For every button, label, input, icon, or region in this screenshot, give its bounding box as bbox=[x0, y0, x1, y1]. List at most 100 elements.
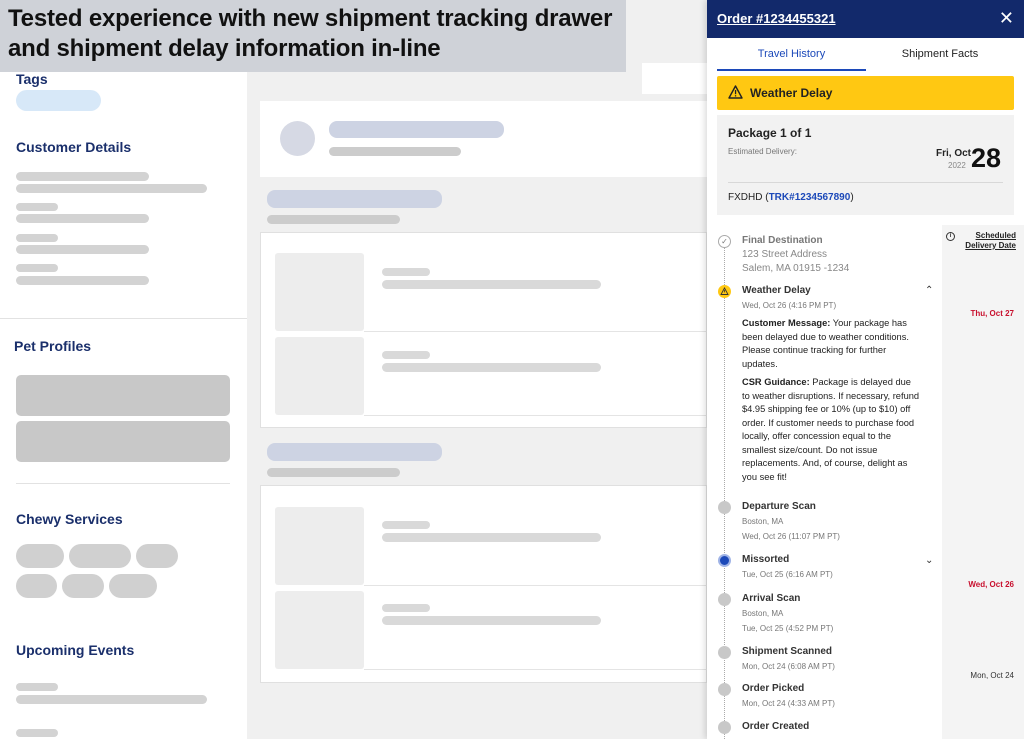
shipment-items-panel bbox=[260, 485, 708, 683]
event-title: Departure Scan bbox=[742, 501, 816, 512]
delivery-weekday-month: Fri, Oct bbox=[936, 148, 972, 159]
row-divider bbox=[364, 585, 708, 586]
placeholder-line bbox=[382, 351, 430, 359]
placeholder-line bbox=[16, 264, 58, 272]
placeholder-line bbox=[329, 121, 504, 138]
placeholder-line bbox=[16, 276, 149, 285]
service-pill[interactable] bbox=[69, 544, 131, 568]
placeholder-line bbox=[16, 234, 58, 242]
service-pill[interactable] bbox=[62, 574, 104, 598]
order-number-link[interactable]: Order #1234455321 bbox=[717, 11, 836, 26]
placeholder-line bbox=[267, 468, 400, 477]
csr-guidance-text: Package is delayed due to weather disrup… bbox=[742, 377, 920, 482]
event-title: Order Picked bbox=[742, 683, 805, 694]
warning-icon bbox=[728, 85, 743, 99]
placeholder-field bbox=[642, 63, 707, 94]
placeholder-line bbox=[16, 683, 58, 691]
delivery-year: 2022 bbox=[948, 161, 966, 170]
chevron-up-icon[interactable]: ⌃ bbox=[925, 285, 933, 296]
customer-summary-panel bbox=[260, 101, 707, 177]
event-title: Shipment Scanned bbox=[742, 646, 833, 657]
event-title: Final Destination bbox=[742, 235, 823, 246]
caption-line-2: and shipment delay information in-line bbox=[8, 35, 441, 62]
package-summary-card: Package 1 of 1 Estimated Delivery: Fri, … bbox=[717, 115, 1014, 215]
event-time: Wed, Oct 26 (4:16 PM PT) bbox=[742, 301, 837, 310]
placeholder-line bbox=[16, 245, 149, 254]
timeline-dot bbox=[718, 501, 731, 514]
row-divider bbox=[364, 669, 708, 670]
placeholder-line bbox=[382, 268, 430, 276]
service-pill[interactable] bbox=[136, 544, 178, 568]
event-time: Tue, Oct 25 (6:16 AM PT) bbox=[742, 570, 833, 579]
product-image bbox=[275, 507, 364, 585]
service-pill[interactable] bbox=[16, 544, 64, 568]
drawer-header: Order #1234455321 ✕ bbox=[707, 0, 1024, 38]
placeholder-line bbox=[382, 521, 430, 529]
timeline-dot bbox=[718, 593, 731, 606]
tag-pill[interactable] bbox=[16, 90, 101, 111]
product-image bbox=[275, 337, 364, 415]
customer-sidebar: Tags Customer Details Pet Profiles Chewy… bbox=[0, 0, 247, 739]
tab-travel-history[interactable]: Travel History bbox=[717, 38, 866, 71]
order-main-area bbox=[247, 0, 708, 739]
shipment-tracking-drawer: Order #1234455321 ✕ Travel History Shipm… bbox=[707, 0, 1024, 739]
section-divider bbox=[16, 483, 230, 484]
tracking-number-link[interactable]: TRK#1234567890 bbox=[769, 192, 851, 203]
event-address: Salem, MA 01915 -1234 bbox=[742, 263, 850, 274]
placeholder-line bbox=[16, 203, 58, 211]
placeholder-line bbox=[267, 443, 442, 461]
pet-profile-card[interactable] bbox=[16, 375, 230, 416]
event-title: Weather Delay bbox=[742, 285, 811, 296]
placeholder-line bbox=[382, 363, 601, 372]
caption-banner: Tested experience with new shipment trac… bbox=[0, 0, 626, 72]
csr-guidance: CSR Guidance: Package is delayed due to … bbox=[742, 376, 920, 484]
placeholder-line bbox=[267, 215, 400, 224]
alert-label: Weather Delay bbox=[750, 86, 833, 100]
customer-message-label: Customer Message: bbox=[742, 318, 831, 328]
delivery-day: 28 bbox=[971, 143, 1002, 173]
row-divider bbox=[364, 415, 708, 416]
placeholder-line bbox=[16, 214, 149, 223]
placeholder-line bbox=[16, 172, 149, 181]
scheduled-header-line-2: Delivery Date bbox=[965, 241, 1016, 250]
tab-shipment-facts[interactable]: Shipment Facts bbox=[866, 38, 1014, 71]
timeline-dot bbox=[718, 646, 731, 659]
shipment-items-panel bbox=[260, 232, 708, 428]
estimated-delivery-label: Estimated Delivery: bbox=[728, 147, 797, 156]
event-time: Wed, Oct 26 (11:07 PM PT) bbox=[742, 532, 840, 541]
tags-heading: Tags bbox=[16, 71, 48, 87]
warning-icon bbox=[718, 285, 731, 298]
placeholder-line bbox=[16, 729, 58, 737]
service-pill[interactable] bbox=[16, 574, 57, 598]
placeholder-line bbox=[329, 147, 461, 156]
customer-details-heading: Customer Details bbox=[16, 139, 132, 155]
placeholder-line bbox=[16, 695, 207, 704]
pet-profiles-heading: Pet Profiles bbox=[14, 338, 92, 354]
scheduled-header-line-1: Scheduled bbox=[975, 231, 1016, 240]
placeholder-line bbox=[382, 280, 601, 289]
tracking-line: FXDHD (TRK#1234567890) bbox=[728, 192, 854, 203]
scheduled-date: Wed, Oct 26 bbox=[968, 580, 1014, 589]
placeholder-line bbox=[382, 604, 430, 612]
event-address: 123 Street Address bbox=[742, 249, 828, 260]
upcoming-events-heading: Upcoming Events bbox=[16, 642, 135, 658]
service-pill[interactable] bbox=[109, 574, 157, 598]
event-time: Tue, Oct 25 (4:52 PM PT) bbox=[742, 624, 834, 633]
pet-profile-card[interactable] bbox=[16, 421, 230, 462]
check-icon: ✓ bbox=[718, 235, 731, 248]
avatar bbox=[280, 121, 315, 156]
placeholder-line bbox=[382, 616, 601, 625]
event-location: Boston, MA bbox=[742, 517, 784, 526]
card-divider bbox=[728, 182, 1003, 183]
close-icon[interactable]: ✕ bbox=[999, 8, 1014, 28]
csr-guidance-label: CSR Guidance: bbox=[742, 377, 810, 387]
weather-delay-alert: Weather Delay bbox=[717, 76, 1014, 110]
chewy-services-heading: Chewy Services bbox=[16, 511, 123, 527]
chevron-down-icon[interactable]: ⌄ bbox=[925, 555, 933, 566]
product-image bbox=[275, 253, 364, 331]
placeholder-line bbox=[267, 190, 442, 208]
placeholder-line bbox=[382, 533, 601, 542]
scheduled-date: Mon, Oct 24 bbox=[970, 671, 1014, 680]
row-divider bbox=[364, 331, 708, 332]
section-divider bbox=[0, 318, 247, 319]
